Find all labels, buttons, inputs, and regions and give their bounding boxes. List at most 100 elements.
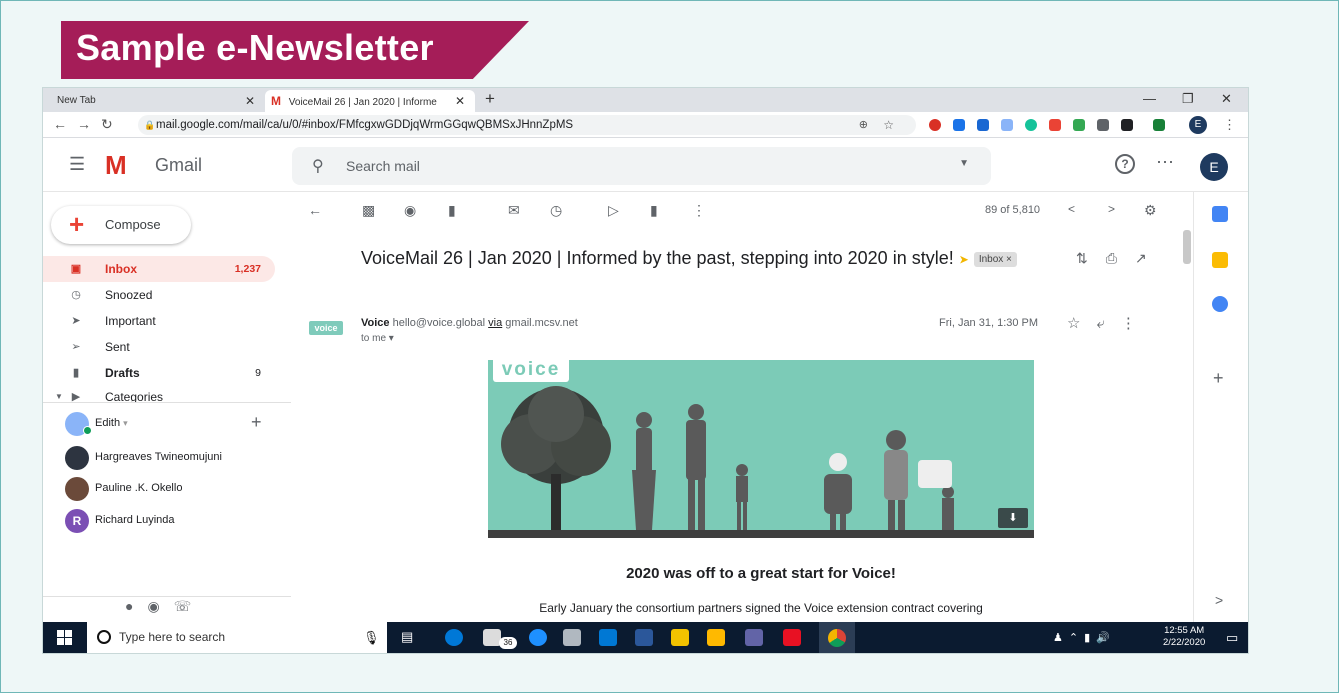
more-options-icon[interactable]: ⋮	[1121, 315, 1152, 332]
compose-button[interactable]: + Compose	[51, 206, 191, 244]
store-icon[interactable]	[671, 629, 689, 646]
search-input[interactable]: Search mail	[346, 158, 420, 174]
chrome-active-tab[interactable]	[819, 622, 855, 653]
close-tab-icon[interactable]: ✕	[245, 90, 255, 112]
expand-arrow-icon[interactable]: ▼	[55, 386, 63, 402]
add-contact-icon[interactable]: +	[251, 412, 262, 433]
chevron-down-icon[interactable]: ▾	[123, 418, 128, 428]
hamburger-menu-icon[interactable]: ☰	[69, 154, 85, 175]
forward-icon[interactable]: →	[77, 116, 101, 132]
older-icon[interactable]: >	[1108, 202, 1115, 216]
account-avatar[interactable]: E	[1200, 153, 1228, 181]
action-center-icon[interactable]: ▭	[1226, 630, 1238, 646]
important-marker-icon[interactable]: ➤	[959, 252, 969, 266]
extension-icon[interactable]	[929, 119, 941, 131]
outlook-icon[interactable]	[599, 629, 617, 646]
collapse-all-icon[interactable]: ⇅	[1076, 250, 1106, 266]
volume-icon[interactable]: 🔊	[1096, 632, 1116, 644]
mark-unread-icon[interactable]: ✉	[508, 202, 520, 219]
gmail-logo-icon[interactable]: M	[105, 152, 127, 178]
hangouts-user[interactable]: Edith ▾	[65, 410, 128, 436]
apps-grid-icon[interactable]: ⋯	[1156, 152, 1174, 173]
close-tab-icon[interactable]: ✕	[455, 90, 465, 112]
search-icon[interactable]: ⚲	[312, 156, 324, 176]
close-window-icon[interactable]: ✕	[1221, 88, 1232, 110]
add-addon-icon[interactable]: +	[1213, 368, 1224, 389]
inbox-label-chip[interactable]: Inbox ×	[973, 251, 1017, 267]
extension-icon[interactable]	[1073, 119, 1085, 131]
extension-icon[interactable]	[1153, 119, 1165, 131]
search-bar[interactable]: ⚲ Search mail ▼	[292, 147, 991, 185]
new-window-icon[interactable]: ↗	[1135, 250, 1165, 266]
windows-start-icon[interactable]	[57, 630, 72, 645]
chevron-down-icon[interactable]: ▾	[389, 333, 394, 344]
extension-icon[interactable]	[953, 119, 965, 131]
word-icon[interactable]	[635, 629, 653, 646]
sender-name[interactable]: Voice	[361, 317, 390, 329]
chat-icon[interactable]: ◉	[147, 598, 173, 614]
contact-list-item[interactable]: Pauline .K. Okello	[65, 475, 182, 501]
contact-list-item[interactable]: R Richard Luyinda	[65, 507, 175, 533]
person-icon[interactable]: ●	[125, 598, 147, 614]
file-explorer-icon[interactable]	[707, 629, 725, 646]
back-icon[interactable]: ←	[53, 116, 77, 132]
star-icon[interactable]: ☆	[883, 115, 894, 135]
sidebar-item-inbox[interactable]: ▣ Inbox 1,237	[43, 256, 275, 282]
grammarly-icon[interactable]	[1025, 119, 1037, 131]
tasks-icon[interactable]	[1212, 296, 1228, 312]
tab-new-tab[interactable]: New Tab ✕	[43, 90, 265, 112]
chevron-up-icon[interactable]: ⌃	[1069, 632, 1084, 644]
microphone-icon[interactable]: 🎙	[363, 630, 380, 646]
move-to-icon[interactable]: ▷	[608, 202, 619, 219]
newer-icon[interactable]: <	[1068, 202, 1075, 216]
task-view-icon[interactable]: ▤	[401, 629, 413, 645]
delete-icon[interactable]: ▮	[448, 202, 456, 219]
taskbar-search-box[interactable]: Type here to search	[87, 622, 387, 653]
expand-panel-icon[interactable]: >	[1215, 592, 1223, 608]
sidebar-item-important[interactable]: ➤ Important	[43, 308, 275, 334]
sidebar-item-drafts[interactable]: ▮ Drafts 9	[43, 360, 275, 386]
teams-icon[interactable]	[745, 629, 763, 646]
gmail-app-name[interactable]: Gmail	[155, 155, 202, 176]
print-icon[interactable]: ⎙	[1106, 250, 1135, 266]
extension-icon[interactable]	[1121, 119, 1133, 131]
help-icon[interactable]: ?	[1115, 154, 1135, 174]
omnibox[interactable]: 🔒 mail.google.com/mail/ca/u/0/#inbox/FMf…	[138, 115, 916, 135]
taskbar-clock[interactable]: 12:55 AM 2/22/2020	[1163, 625, 1205, 649]
pdf-extension-icon[interactable]	[1049, 119, 1061, 131]
sidebar-item-categories[interactable]: ▼ ▶ Categories	[43, 386, 275, 402]
back-arrow-icon[interactable]: ←	[308, 202, 322, 218]
star-icon[interactable]: ☆	[1067, 315, 1096, 332]
skype-icon[interactable]	[445, 629, 463, 646]
browser-profile-avatar[interactable]: E	[1189, 116, 1207, 134]
zoom-icon[interactable]: ⊕	[859, 115, 868, 135]
extension-icon[interactable]	[1001, 119, 1013, 131]
restore-icon[interactable]: ❐	[1182, 88, 1194, 110]
sidebar-item-sent[interactable]: ➢ Sent	[43, 334, 275, 360]
people-icon[interactable]: ♟	[1053, 632, 1069, 644]
recipient-details[interactable]: to me ▾	[361, 333, 394, 344]
label-icon[interactable]: ▮	[650, 202, 658, 219]
reply-icon[interactable]: ⤶	[1096, 315, 1120, 332]
edge-icon[interactable]	[529, 629, 547, 646]
more-options-icon[interactable]: ⋮	[692, 202, 706, 219]
menu-dots-icon[interactable]: ⋮	[1223, 117, 1236, 133]
scrollbar[interactable]	[1183, 230, 1191, 264]
keep-icon[interactable]	[1212, 252, 1228, 268]
extension-icon[interactable]	[1097, 119, 1109, 131]
tab-voicemail[interactable]: M VoiceMail 26 | Jan 2020 | Informe ✕	[265, 90, 475, 112]
app-icon[interactable]	[563, 629, 581, 646]
contact-list-item[interactable]: Hargreaves Twineomujuni	[65, 444, 222, 470]
battery-icon[interactable]: ▮	[1084, 632, 1096, 644]
search-options-icon[interactable]: ▼	[959, 158, 969, 169]
minimize-icon[interactable]: —	[1143, 88, 1156, 110]
reload-icon[interactable]: ↻	[101, 116, 123, 132]
via-link[interactable]: via	[488, 317, 502, 329]
snooze-icon[interactable]: ◷	[550, 202, 562, 219]
phone-icon[interactable]: ☏	[174, 598, 206, 614]
new-tab-button[interactable]: +	[485, 88, 495, 110]
sidebar-item-snoozed[interactable]: ◷ Snoozed	[43, 282, 275, 308]
settings-gear-icon[interactable]: ⚙	[1144, 202, 1157, 219]
acrobat-icon[interactable]	[783, 629, 801, 646]
download-icon[interactable]: ⬇	[998, 508, 1028, 528]
